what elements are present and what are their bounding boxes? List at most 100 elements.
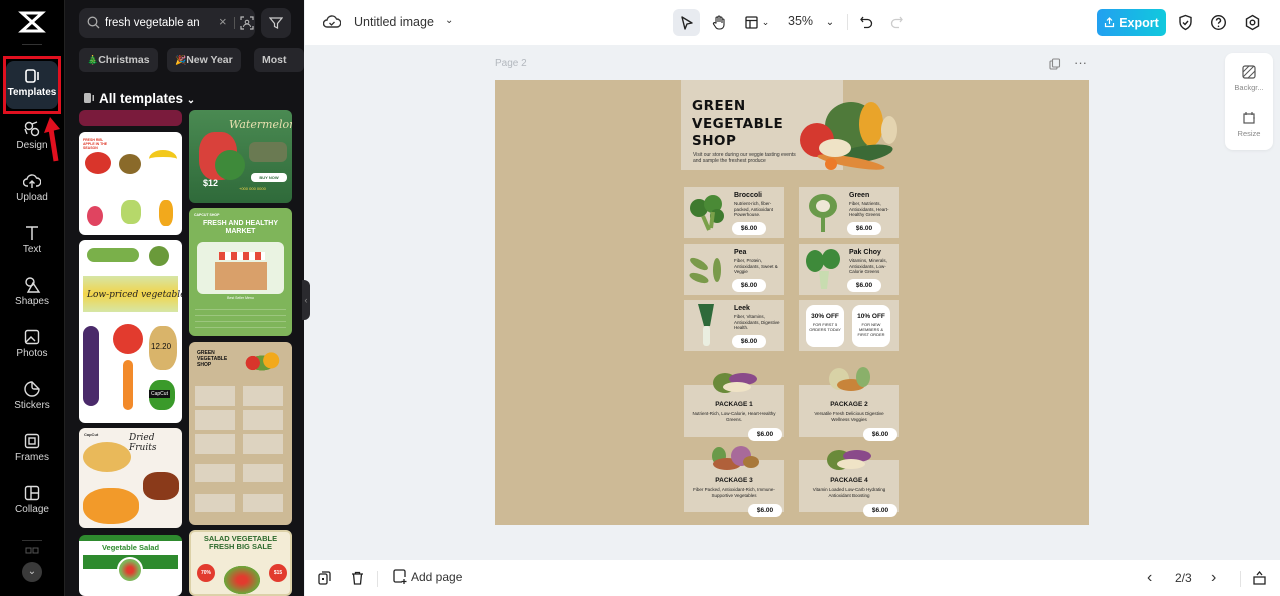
pak-choy-illustration: [806, 249, 840, 289]
rail-divider-bottom: [22, 540, 42, 541]
template-thumb-salad-big-sale[interactable]: SALAD VEGETABLE FRESH BIG SALE 70% $15: [189, 530, 292, 596]
rail-item-stickers[interactable]: Stickers: [6, 374, 58, 422]
rail-item-collage[interactable]: Collage: [6, 478, 58, 526]
background-icon: [1242, 65, 1256, 79]
page-manager-icon[interactable]: [1253, 571, 1266, 585]
rail-item-design[interactable]: Design: [6, 114, 58, 162]
rail-item-photos[interactable]: Photos: [6, 322, 58, 370]
toolbar-divider: [847, 14, 848, 30]
chip-label: Most: [262, 54, 287, 66]
rail-item-label: Shapes: [15, 296, 49, 307]
search-box: ×: [79, 8, 255, 38]
layout-icon: [745, 16, 758, 29]
design-subtitle[interactable]: Visit our store during our veggie tastin…: [693, 152, 803, 164]
pointer-icon: [680, 15, 693, 30]
party-emoji-icon: 🎉: [175, 55, 187, 65]
select-tool-button[interactable]: [673, 9, 700, 36]
bottom-divider: [1240, 571, 1241, 587]
duplicate-page-icon[interactable]: [1049, 58, 1061, 70]
rail-expand-button[interactable]: ⌄: [22, 562, 42, 582]
chip-christmas[interactable]: 🎄Christmas: [79, 48, 158, 72]
template-thumb-fresh-market[interactable]: CAPCUT SHOP FRESH AND HEALTHY MARKET Best…: [189, 208, 292, 336]
rail-item-shapes[interactable]: Shapes: [6, 270, 58, 318]
vegetables-hero-illustration[interactable]: [791, 96, 901, 172]
product-card-leek[interactable]: Leek Fiber, Vitamins, Antioxidants, Dige…: [684, 300, 784, 351]
redo-button[interactable]: [885, 9, 907, 36]
template-thumb-low-priced[interactable]: Low-priced vegetable 12.20 CapCut: [79, 240, 182, 423]
template-thumb-vegetable-salad[interactable]: Vegetable Salad: [79, 535, 182, 596]
export-label: Export: [1119, 15, 1159, 30]
document-title[interactable]: Untitled image: [354, 15, 434, 29]
rail-item-label: Design: [16, 140, 48, 151]
offer-badge[interactable]: 10% OFF FOR NEW MEMBERS & FIRST ORDER: [852, 305, 890, 347]
shield-check-icon[interactable]: [1177, 14, 1194, 31]
trash-icon[interactable]: [351, 571, 364, 585]
add-page-icon: [393, 569, 407, 584]
product-card-green[interactable]: Green Fiber, Nutrients, Antioxidants, He…: [799, 187, 899, 238]
product-desc: Fiber, Vitamins, Antioxidants, Digestive…: [734, 314, 780, 330]
resize-tool-button[interactable]: Resize: [1225, 111, 1273, 138]
chip-new-year[interactable]: 🎉New Year: [167, 48, 241, 72]
thumb-title: Vegetable Salad: [101, 543, 160, 552]
collapse-panel-handle[interactable]: ‹: [302, 280, 310, 320]
next-page-icon[interactable]: ›: [1211, 569, 1216, 587]
help-icon[interactable]: [1210, 14, 1227, 31]
template-thumb-partial[interactable]: [79, 110, 182, 126]
package-price: $6.00: [863, 504, 897, 517]
thumb-price: $12: [203, 178, 219, 188]
package-name: PACKAGE 3: [715, 477, 753, 484]
resize-icon: [1243, 112, 1255, 124]
offer-badge[interactable]: 30% OFF FOR FIRST 5 ORDERS TODAY: [806, 305, 844, 347]
clear-search-icon[interactable]: ×: [219, 14, 227, 29]
copy-page-icon[interactable]: [318, 571, 331, 585]
rail-item-frames[interactable]: Frames: [6, 426, 58, 474]
apps-grid-icon[interactable]: [25, 547, 39, 561]
cloud-saved-icon[interactable]: [323, 14, 341, 30]
template-thumb-watermelon[interactable]: Watermelon $12 BUY NOW +000 000 0000: [189, 110, 292, 203]
filter-button[interactable]: [261, 8, 291, 38]
rail-item-text[interactable]: Text: [6, 218, 58, 266]
thumb-discount: 70%: [197, 564, 215, 582]
design-canvas[interactable]: GREEN VEGETABLE SHOP Visit our store dur…: [495, 80, 1089, 525]
text-icon: [26, 226, 38, 240]
product-card-broccoli[interactable]: Broccoli Nutrient-rich, fiber-packed, An…: [684, 187, 784, 238]
stickers-icon: [24, 381, 40, 397]
chevron-down-icon: ⌄: [186, 95, 196, 106]
package-1-illustration: [713, 373, 757, 393]
package-price: $6.00: [863, 428, 897, 441]
capcut-logo-icon[interactable]: [18, 10, 46, 34]
image-search-icon[interactable]: [240, 16, 254, 30]
thumb-title: Low-priced vegetable: [87, 290, 182, 300]
chevron-down-icon[interactable]: ⌄: [445, 15, 453, 26]
hand-tool-button[interactable]: [705, 9, 732, 36]
all-templates-dropdown[interactable]: All templates ⌄: [83, 91, 195, 106]
search-input[interactable]: [105, 8, 211, 38]
side-tool-label: Backgr...: [1234, 83, 1264, 92]
product-name: Broccoli: [734, 192, 763, 199]
undo-button[interactable]: [855, 9, 877, 36]
leek-illustration: [698, 304, 714, 346]
rail-item-upload[interactable]: Upload: [6, 166, 58, 214]
export-button[interactable]: Export: [1097, 9, 1166, 36]
template-thumb-green-vegetable-shop[interactable]: GREEN VEGETABLE SHOP: [189, 342, 292, 525]
product-price: $6.00: [732, 335, 766, 348]
left-rail: Templates Design Upload Text Shapes Phot…: [0, 0, 64, 596]
layout-tool-button[interactable]: ⌄: [737, 9, 777, 36]
product-card-pak-choy[interactable]: Pak Choy Vitamins, Minerals, Antioxidant…: [799, 244, 899, 295]
thumb-phone: +000 000 0000: [239, 186, 266, 191]
settings-icon[interactable]: [1244, 14, 1261, 31]
template-thumb-dried-fruits[interactable]: CapCut Dried Fruits: [79, 428, 182, 528]
template-thumb-fruits[interactable]: FRESH RIB-APPLE IN THE SEASON: [79, 132, 182, 235]
add-page-button[interactable]: Add page: [393, 569, 462, 584]
product-name: Green: [849, 192, 870, 199]
chip-most[interactable]: Most: [254, 48, 304, 72]
page-more-options-icon[interactable]: ···: [1074, 55, 1087, 70]
zoom-level[interactable]: 35%: [788, 14, 813, 28]
design-title[interactable]: GREEN VEGETABLE SHOP: [692, 98, 783, 151]
zoom-dropdown-chevron-icon[interactable]: ⌄: [821, 9, 839, 36]
background-tool-button[interactable]: Backgr...: [1225, 65, 1273, 92]
search-icon: [87, 16, 100, 29]
previous-page-icon[interactable]: ‹: [1147, 569, 1152, 587]
offers-card[interactable]: 30% OFF FOR FIRST 5 ORDERS TODAY 10% OFF F…: [799, 300, 899, 351]
product-card-pea[interactable]: Pea Fiber, Protein, Antioxidants, Sweet …: [684, 244, 784, 295]
